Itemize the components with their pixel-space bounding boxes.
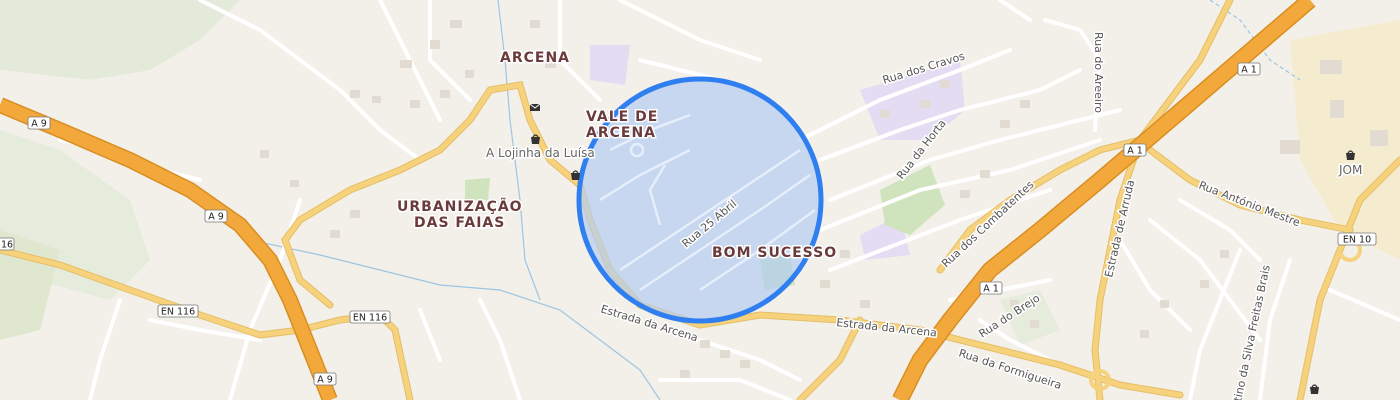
- svg-text:A 1: A 1: [1241, 65, 1257, 76]
- shield-a1-top: A 1: [1237, 62, 1261, 76]
- svg-text:116: 116: [0, 240, 13, 251]
- street-rua-do-areeiro: Rua do Areeiro: [1092, 32, 1105, 113]
- shield-a1-mid: A 1: [1123, 143, 1147, 157]
- shield-a9-top: A 9: [27, 116, 51, 130]
- shield-116-left: 116: [0, 237, 15, 251]
- shop-icon[interactable]: [1310, 384, 1319, 394]
- svg-text:EN 116: EN 116: [353, 313, 387, 324]
- place-urbanizacao-2: DAS FAIAS: [414, 215, 505, 231]
- shop-icon[interactable]: [571, 170, 580, 180]
- place-vale-de-arcena-2: ARCENA: [586, 125, 656, 141]
- svg-text:A 1: A 1: [983, 284, 999, 295]
- svg-text:EN 10: EN 10: [1343, 235, 1371, 246]
- poi-jom-label[interactable]: JOM: [1337, 162, 1364, 179]
- poi-lojinha-label[interactable]: A Lojinha da Luísa: [485, 145, 597, 162]
- place-bom-sucesso: BOM SUCESSO: [712, 245, 837, 261]
- svg-text:A 1: A 1: [1127, 146, 1143, 157]
- shield-a9-mid: A 9: [204, 209, 228, 223]
- map-canvas[interactable]: A 9 A 9 A 9 116 EN 116 EN 116 A 1 A 1 A …: [0, 0, 1400, 400]
- place-urbanizacao-1: URBANIZAÇÃO: [397, 198, 523, 215]
- place-vale-de-arcena-1: VALE DE: [586, 109, 658, 125]
- svg-text:A 9: A 9: [208, 212, 224, 223]
- shield-en10: EN 10: [1337, 232, 1377, 246]
- map-view[interactable]: A 9 A 9 A 9 116 EN 116 EN 116 A 1 A 1 A …: [0, 0, 1400, 400]
- place-arcena: ARCENA: [500, 50, 570, 66]
- shield-a1-bottom: A 1: [979, 281, 1003, 295]
- svg-text:A 9: A 9: [31, 119, 47, 130]
- shield-en116-b: EN 116: [349, 310, 391, 324]
- svg-text:EN 116: EN 116: [161, 307, 195, 318]
- svg-text:A 9: A 9: [317, 375, 333, 386]
- shield-en116-a: EN 116: [157, 304, 199, 318]
- mail-icon[interactable]: [529, 103, 541, 111]
- shield-a9-bottom: A 9: [313, 372, 337, 386]
